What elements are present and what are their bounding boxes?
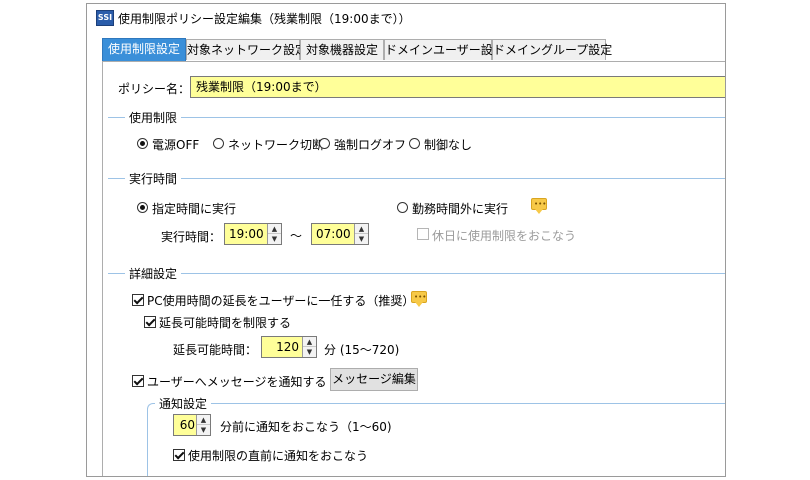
notify-settings-group <box>147 403 725 476</box>
notify-user-label[interactable]: ユーザーへメッセージを通知する <box>147 373 327 390</box>
tab-domain-user[interactable]: ドメインユーザー設定 <box>384 39 505 60</box>
holiday-checkbox-label[interactable]: 休日に使用制限をおこなう <box>432 227 576 244</box>
notify-minutes-unit: 分前に通知をおこなう（1～60) <box>220 420 392 434</box>
extension-unit-label: 分 (15～720) <box>324 343 400 357</box>
radio-specified-time-label[interactable]: 指定時間に実行 <box>152 200 236 217</box>
message-edit-button[interactable]: メッセージ編集 <box>330 368 418 391</box>
notify-user-checkbox[interactable] <box>132 375 144 387</box>
speech-bubble-icon[interactable]: ••• <box>531 198 547 214</box>
extension-time-spinner[interactable]: 120 ▲ ▼ <box>261 336 317 358</box>
notify-minutes-value[interactable]: 60 <box>174 415 195 435</box>
radio-outside-work-hours-label[interactable]: 勤務時間外に実行 <box>412 200 508 217</box>
detail-group-title: 詳細設定 <box>125 265 182 282</box>
tab-domain-group[interactable]: ドメイングループ設定 <box>492 39 612 60</box>
radio-network-disconnect[interactable] <box>213 138 224 149</box>
end-time-down-icon[interactable]: ▼ <box>355 234 368 244</box>
end-time-up-icon[interactable]: ▲ <box>355 224 368 234</box>
limit-extension-label[interactable]: 延長可能時間を制限する <box>159 314 291 331</box>
exec-time-label: 実行時間： <box>161 230 222 244</box>
notify-minutes-up-icon[interactable]: ▲ <box>197 415 210 425</box>
start-time-up-icon[interactable]: ▲ <box>268 224 281 234</box>
delegate-extension-label[interactable]: PC使用時間の延長をユーザーに一任する（推奨） <box>147 292 414 309</box>
time-range-tilde: ～ <box>290 229 303 243</box>
window-title: 使用制限ポリシー設定編集（残業制限（19:00まで）） <box>118 12 411 26</box>
title-bar: SSI 使用制限ポリシー設定編集（残業制限（19:00まで）） <box>87 4 725 32</box>
policy-name-label: ポリシー名： <box>118 82 191 96</box>
start-time-down-icon[interactable]: ▼ <box>268 234 281 244</box>
restriction-group-title: 使用制限 <box>125 109 182 126</box>
start-time-spinner[interactable]: 19:00 ▲ ▼ <box>224 223 282 245</box>
extension-down-icon[interactable]: ▼ <box>303 347 316 357</box>
radio-power-off[interactable] <box>137 138 148 149</box>
notify-before-label[interactable]: 使用制限の直前に通知をおこなう <box>188 447 368 464</box>
radio-force-logoff[interactable] <box>319 138 330 149</box>
start-time-value[interactable]: 19:00 <box>225 224 264 244</box>
notify-before-checkbox[interactable] <box>173 449 185 461</box>
radio-force-logoff-label[interactable]: 強制ログオフ <box>334 136 406 153</box>
extension-time-value[interactable]: 120 <box>262 337 299 357</box>
restriction-group-line <box>108 117 725 118</box>
tab-usage-restriction[interactable]: 使用制限設定 <box>102 38 186 61</box>
tab-panel: ポリシー名： 残業制限（19:00まで） 使用制限 電源OFF ネットワーク切断… <box>102 61 725 476</box>
tab-target-device[interactable]: 対象機器設定 <box>300 39 384 60</box>
radio-power-off-label[interactable]: 電源OFF <box>152 136 199 153</box>
exec-time-group-title: 実行時間 <box>125 170 182 187</box>
notify-minutes-down-icon[interactable]: ▼ <box>197 425 210 435</box>
holiday-checkbox[interactable] <box>417 228 429 240</box>
end-time-value[interactable]: 07:00 <box>312 224 351 244</box>
limit-extension-checkbox[interactable] <box>144 316 156 328</box>
end-time-spinner[interactable]: 07:00 ▲ ▼ <box>311 223 369 245</box>
detail-group-line <box>108 273 725 274</box>
notify-settings-title: 通知設定 <box>155 395 212 412</box>
radio-no-control-label[interactable]: 制御なし <box>424 136 472 153</box>
radio-no-control[interactable] <box>409 138 420 149</box>
app-icon: SSI <box>96 10 114 26</box>
extension-up-icon[interactable]: ▲ <box>303 337 316 347</box>
policy-edit-window: SSI 使用制限ポリシー設定編集（残業制限（19:00まで）） 使用制限設定 対… <box>86 3 726 477</box>
radio-specified-time[interactable] <box>137 202 148 213</box>
speech-bubble-icon-detail[interactable]: ••• <box>411 291 427 307</box>
policy-name-input[interactable]: 残業制限（19:00まで） <box>190 76 725 98</box>
radio-outside-work-hours[interactable] <box>397 202 408 213</box>
exec-time-group-line <box>108 178 725 179</box>
delegate-extension-checkbox[interactable] <box>132 294 144 306</box>
radio-network-disconnect-label[interactable]: ネットワーク切断 <box>228 136 324 153</box>
tab-target-network[interactable]: 対象ネットワーク設定 <box>186 39 307 60</box>
notify-minutes-spinner[interactable]: 60 ▲ ▼ <box>173 414 211 436</box>
extension-time-label: 延長可能時間： <box>173 343 258 357</box>
